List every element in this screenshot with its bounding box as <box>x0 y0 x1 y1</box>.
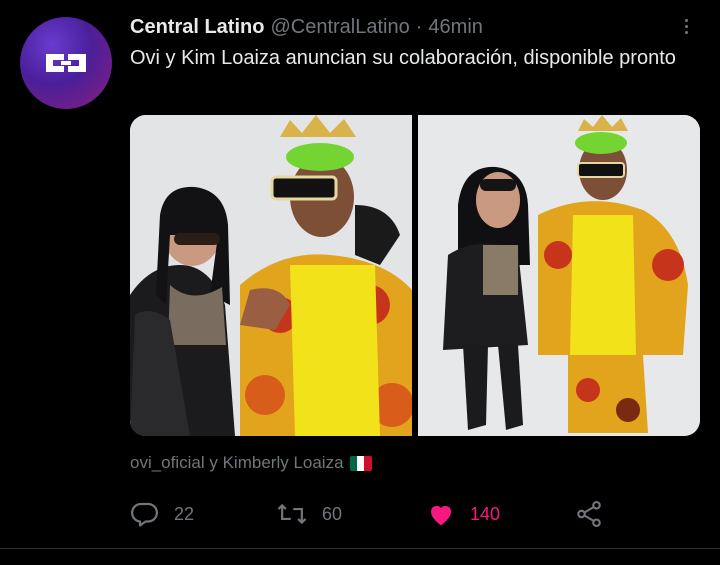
tweet[interactable]: Central Latino @CentralLatino · 46min Ov… <box>0 0 720 550</box>
tweet-text: Ovi y Kim Loaiza anuncian su colaboració… <box>130 47 676 69</box>
reply-count: 22 <box>174 503 195 524</box>
reply-button[interactable]: 22 <box>130 497 194 531</box>
retweet-icon <box>277 503 307 525</box>
tweet-actions: 22 60 140 <box>130 497 700 531</box>
tagged-users-text: ovi_oficial y Kimberly Loaiza <box>130 453 344 472</box>
photo-1-image <box>130 115 412 436</box>
like-button[interactable]: 140 <box>426 497 500 531</box>
retweet-button[interactable]: 60 <box>276 497 342 531</box>
more-dots-icon[interactable] <box>676 14 696 38</box>
tweet-header: Central Latino @CentralLatino · 46min <box>130 14 483 40</box>
avatar[interactable] <box>20 17 112 109</box>
mexico-flag-icon <box>349 455 372 471</box>
author-handle[interactable]: @CentralLatino <box>270 16 409 39</box>
tagged-users[interactable]: ovi_oficial y Kimberly Loaiza <box>130 450 372 476</box>
photo-2[interactable] <box>418 115 700 436</box>
like-count: 140 <box>470 503 501 524</box>
reply-icon <box>131 502 158 527</box>
separator: · <box>415 15 423 38</box>
photo-1[interactable] <box>130 115 412 436</box>
heart-icon <box>431 505 451 526</box>
share-icon <box>577 500 601 528</box>
media-grid <box>130 115 700 436</box>
central-latino-logo-icon <box>46 54 86 72</box>
timestamp[interactable]: 46min <box>428 16 482 39</box>
divider <box>0 548 720 549</box>
share-button[interactable] <box>574 497 604 531</box>
author-name[interactable]: Central Latino <box>130 16 264 39</box>
photo-2-image <box>418 115 700 436</box>
retweet-count: 60 <box>322 503 343 524</box>
